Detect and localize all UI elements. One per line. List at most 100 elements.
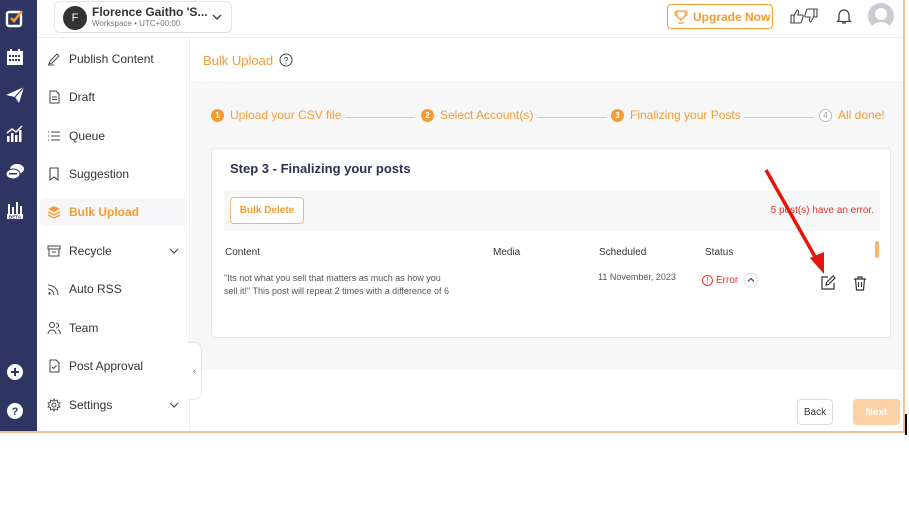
sidebar-item-suggestion[interactable]: Suggestion (40, 160, 187, 188)
step-label: Upload your CSV file (230, 108, 342, 122)
sidebar-collapse-toggle[interactable]: ‹ (188, 342, 202, 400)
sidebar-item-recycle[interactable]: Recycle (40, 237, 187, 265)
workspace-switcher[interactable]: F Florence Gaitho 'S... Workspace • UTC+… (54, 1, 232, 33)
upgrade-now-button[interactable]: Upgrade Now (667, 4, 773, 29)
column-header-status: Status (705, 247, 734, 258)
top-bar: F Florence Gaitho 'S... Workspace • UTC+… (37, 0, 903, 38)
next-button[interactable]: Next (853, 399, 900, 425)
approval-icon (47, 359, 61, 373)
error-summary: 5 post(s) have an error. (770, 205, 874, 216)
trophy-icon (674, 9, 688, 24)
card-title: Step 3 - Finalizing your posts (230, 161, 411, 176)
help-icon[interactable]: ? (279, 53, 293, 67)
edit-icon[interactable] (820, 275, 836, 291)
sidebar-item-label: Team (69, 321, 99, 335)
wizard-footer: Back Next (191, 370, 903, 431)
sidebar-item-label: Suggestion (69, 167, 130, 181)
step-finalizing: 3 Finalizing your Posts (611, 108, 741, 122)
row-content-line: "Its not what you sell that matters as m… (224, 273, 441, 283)
chevron-down-icon (169, 402, 179, 408)
column-header-media: Media (493, 247, 521, 258)
icon-rail: BETA ? (0, 0, 37, 431)
step-number: 2 (421, 108, 434, 122)
workspace-avatar: F (63, 6, 87, 30)
step-number: 3 (611, 108, 624, 122)
text-cursor (905, 414, 907, 435)
finalize-posts-card: Step 3 - Finalizing your posts Bulk Dele… (211, 148, 891, 338)
user-avatar[interactable] (868, 3, 894, 29)
layers-icon (47, 205, 61, 219)
step-upload-csv: 1 Upload your CSV file (211, 108, 341, 122)
app-window: BETA ? F Florence Gaitho 'S... Workspace… (0, 0, 905, 433)
scrollbar-thumb[interactable] (875, 241, 879, 258)
step-connector (744, 117, 814, 118)
main-content: Bulk Upload ? 1 Upload your CSV file 2 S… (191, 38, 903, 431)
sidebar-item-publish-content[interactable]: Publish Content (40, 45, 187, 73)
beta-analytics-icon[interactable]: BETA (4, 199, 26, 221)
chat-bubbles-icon[interactable] (4, 161, 26, 183)
sidebar-item-draft[interactable]: Draft (40, 83, 187, 111)
archive-icon (47, 244, 61, 258)
sidebar-item-settings[interactable]: Settings (40, 391, 187, 419)
step-select-accounts: 2 Select Account(s) (421, 108, 533, 122)
sidebar-item-label: Auto RSS (69, 282, 122, 296)
upgrade-label: Upgrade Now (693, 9, 771, 24)
pencil-icon (47, 52, 61, 66)
help-circle-icon[interactable]: ? (4, 400, 26, 422)
svg-text:BETA: BETA (9, 214, 22, 219)
add-circle-icon[interactable] (4, 361, 26, 383)
logo-checkbox-icon[interactable] (4, 7, 26, 29)
sidebar-item-post-approval[interactable]: Post Approval (40, 352, 187, 380)
step-connector (345, 117, 415, 118)
column-header-content: Content (225, 247, 261, 258)
progress-stepper: 1 Upload your CSV file 2 Select Account(… (211, 108, 886, 126)
trash-icon[interactable] (852, 275, 868, 291)
bulk-delete-button[interactable]: Bulk Delete (230, 197, 304, 224)
step-connector (537, 117, 607, 118)
feedback-thumbs-icon[interactable] (789, 8, 819, 24)
page-header: Bulk Upload ? (191, 38, 903, 83)
sidebar-item-label: Bulk Upload (69, 205, 140, 219)
sidebar-item-team[interactable]: Team (40, 314, 187, 342)
step-label: All done! (838, 108, 885, 122)
bulk-toolbar: Bulk Delete 5 post(s) have an error. (224, 191, 880, 231)
row-content-line: sell it!" This post will repeat 2 times … (224, 286, 449, 296)
sidebar-item-label: Queue (69, 129, 106, 143)
step-number: 1 (211, 108, 224, 122)
document-icon (47, 90, 61, 104)
expand-error-button[interactable] (744, 273, 759, 287)
sidebar: Publish Content Draft Queue Suggestion B… (37, 38, 190, 431)
workspace-name: Florence Gaitho 'S... (92, 5, 208, 19)
row-content: "Its not what you sell that matters as m… (224, 272, 449, 298)
sidebar-item-bulk-upload[interactable]: Bulk Upload (40, 198, 187, 226)
step-number: 4 (819, 108, 832, 122)
analytics-icon[interactable] (4, 123, 26, 145)
svg-text:?: ? (283, 56, 288, 66)
svg-text:?: ? (12, 406, 19, 418)
calendar-icon[interactable] (4, 46, 26, 68)
chevron-up-icon (747, 277, 755, 282)
sidebar-item-label: Recycle (69, 244, 112, 258)
team-icon (47, 321, 61, 335)
step-label: Finalizing your Posts (630, 108, 741, 122)
workspace-subtitle: Workspace • UTC+00:00 (92, 19, 181, 28)
gear-icon (47, 398, 61, 412)
step-label: Select Account(s) (440, 108, 534, 122)
sidebar-item-label: Post Approval (69, 359, 144, 373)
column-header-scheduled: Scheduled (599, 247, 647, 258)
step-all-done: 4 All done! (819, 108, 885, 122)
chevron-down-icon (169, 248, 179, 254)
rss-icon (47, 282, 61, 296)
back-button[interactable]: Back (797, 399, 833, 425)
row-status: ! Error (702, 273, 759, 287)
bookmark-icon (47, 167, 61, 181)
bell-icon[interactable] (835, 7, 853, 25)
chevron-left-icon: ‹ (192, 365, 197, 377)
sidebar-item-auto-rss[interactable]: Auto RSS (40, 275, 187, 303)
paper-plane-icon[interactable] (4, 84, 26, 106)
error-icon: ! (702, 274, 713, 286)
page-title: Bulk Upload (203, 53, 274, 68)
status-label: Error (716, 274, 739, 286)
sidebar-item-label: Publish Content (69, 52, 154, 66)
sidebar-item-queue[interactable]: Queue (40, 122, 187, 150)
